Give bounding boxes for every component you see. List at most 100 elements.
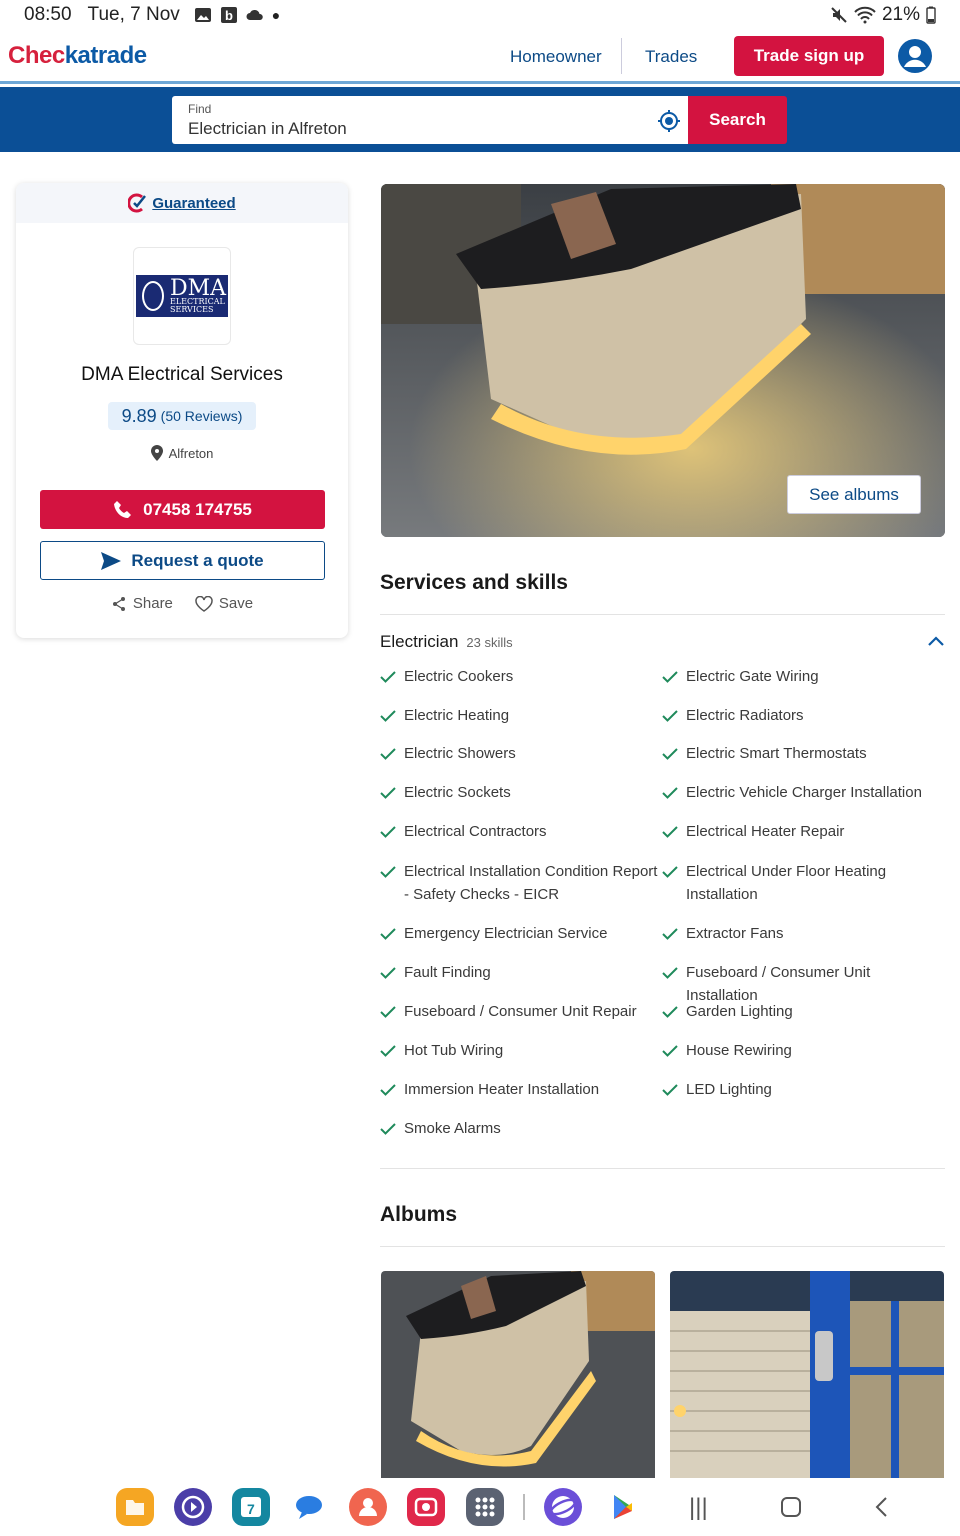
skill-item: Smoke Alarms xyxy=(380,1117,662,1140)
skill-item: Electric Sockets xyxy=(380,781,662,804)
heart-icon xyxy=(195,595,213,612)
skill-item: Garden Lighting xyxy=(662,1000,944,1023)
trader-profile-card: Guaranteed DMA ELECTRICAL SERVICES DMA El… xyxy=(16,183,348,638)
status-time: 08:50 xyxy=(24,4,72,25)
request-quote-label: Request a quote xyxy=(131,550,264,570)
chevron-up-icon[interactable] xyxy=(927,634,945,648)
skill-item: Extractor Fans xyxy=(662,922,944,945)
check-icon xyxy=(380,1117,396,1140)
app-drawer-icon[interactable] xyxy=(466,1488,504,1526)
mute-icon xyxy=(831,7,847,23)
check-icon xyxy=(380,922,396,945)
lighthouse-icon xyxy=(142,281,164,311)
calendar-app-icon[interactable]: 7 xyxy=(232,1488,270,1526)
skill-item: Electric Vehicle Charger Installation xyxy=(662,781,944,804)
skill-item: Electrical Contractors xyxy=(380,820,662,843)
dock-divider xyxy=(523,1494,525,1520)
rating-badge[interactable]: 9.89 (50 Reviews) xyxy=(108,402,256,430)
review-count[interactable]: (50 Reviews) xyxy=(161,408,243,424)
category-name: Electrician xyxy=(380,632,459,651)
guaranteed-banner[interactable]: Guaranteed xyxy=(16,183,348,223)
albums-divider xyxy=(380,1246,945,1247)
business-logo: DMA ELECTRICAL SERVICES xyxy=(133,247,231,345)
nav-homeowner[interactable]: Homeowner xyxy=(510,47,602,67)
check-icon xyxy=(380,961,396,984)
camera-app-icon[interactable] xyxy=(407,1488,445,1526)
reminder-app-icon[interactable] xyxy=(174,1488,212,1526)
rating-score: 9.89 xyxy=(121,405,157,426)
albums-heading: Albums xyxy=(380,1203,458,1226)
check-icon xyxy=(662,961,678,984)
check-icon xyxy=(380,1039,396,1062)
albums-divider-top xyxy=(380,1168,945,1169)
account-icon[interactable] xyxy=(897,38,933,74)
search-label: Find xyxy=(188,102,212,116)
back-icon[interactable] xyxy=(873,1496,889,1518)
svg-text:7: 7 xyxy=(247,1501,255,1517)
map-pin-icon xyxy=(150,445,163,461)
status-bar: 08:50 Tue, 7 Nov b ● 21% xyxy=(0,0,960,30)
share-icon xyxy=(112,596,125,611)
skill-item: Electric Heating xyxy=(380,704,662,727)
recent-apps-icon[interactable]: ||| xyxy=(689,1494,708,1522)
search-value[interactable]: Electrician in Alfreton xyxy=(188,119,347,139)
b-app-notification-icon: b xyxy=(220,7,237,23)
category-header[interactable]: Electrician 23 skills xyxy=(380,632,945,652)
see-albums-button[interactable]: See albums xyxy=(787,475,921,514)
skill-item: Electric Smart Thermostats xyxy=(662,742,944,765)
skill-item: Electrical Installation Condition Report… xyxy=(380,860,662,906)
site-header: Checkatrade Homeowner Trades Trade sign … xyxy=(0,30,960,84)
skill-item: Fault Finding xyxy=(380,961,662,984)
check-icon xyxy=(662,860,678,883)
skill-item: House Rewiring xyxy=(662,1039,944,1062)
call-button[interactable]: 07458 174755 xyxy=(40,490,325,529)
home-icon[interactable] xyxy=(780,1496,802,1518)
checkatrade-logo[interactable]: Checkatrade xyxy=(8,42,147,70)
business-location: Alfreton xyxy=(16,445,348,461)
internet-browser-app-icon[interactable] xyxy=(544,1488,582,1526)
skill-item: Electrical Heater Repair xyxy=(662,820,944,843)
check-icon xyxy=(662,1000,678,1023)
gallery-notification-icon xyxy=(194,8,211,22)
search-input[interactable]: Find Electrician in Alfreton xyxy=(172,96,688,144)
cloud-notification-icon xyxy=(246,9,263,20)
check-icon xyxy=(662,742,678,765)
use-location-icon[interactable] xyxy=(658,110,680,132)
status-date: Tue, 7 Nov xyxy=(87,4,180,25)
trade-sign-up-button[interactable]: Trade sign up xyxy=(734,36,884,76)
album-thumbnail-kitchen[interactable] xyxy=(381,1271,655,1478)
android-dock: 7 ||| xyxy=(0,1478,960,1536)
check-icon xyxy=(380,742,396,765)
guaranteed-link[interactable]: Guaranteed xyxy=(152,195,235,212)
business-name: DMA Electrical Services xyxy=(81,364,283,385)
share-button[interactable]: Share xyxy=(111,595,173,612)
skill-item: Electric Radiators xyxy=(662,704,944,727)
album-thumbnail-door-light[interactable] xyxy=(670,1271,944,1478)
battery-percent: 21% xyxy=(881,4,920,25)
check-icon xyxy=(662,665,678,688)
play-store-app-icon[interactable] xyxy=(603,1488,641,1526)
nav-trades[interactable]: Trades xyxy=(645,47,697,67)
save-button[interactable]: Save xyxy=(195,595,253,612)
skill-item: Electric Gate Wiring xyxy=(662,665,944,688)
check-icon xyxy=(662,704,678,727)
search-button[interactable]: Search xyxy=(688,96,787,144)
check-icon xyxy=(380,704,396,727)
my-files-app-icon[interactable] xyxy=(116,1488,154,1526)
request-quote-button[interactable]: Request a quote xyxy=(40,541,325,580)
svg-text:b: b xyxy=(225,8,233,23)
skill-item: Electric Cookers xyxy=(380,665,662,688)
battery-icon xyxy=(926,6,936,24)
nav-divider xyxy=(621,38,622,74)
skill-item: Hot Tub Wiring xyxy=(380,1039,662,1062)
phone-number: 07458 174755 xyxy=(143,499,252,519)
check-icon xyxy=(662,1039,678,1062)
hero-photo[interactable]: See albums xyxy=(381,184,945,537)
messages-app-icon[interactable] xyxy=(290,1488,328,1526)
wifi-icon xyxy=(854,6,876,24)
check-icon xyxy=(662,820,678,843)
profile-actions: Share Save xyxy=(16,595,348,612)
check-icon xyxy=(380,820,396,843)
contacts-app-icon[interactable] xyxy=(349,1488,387,1526)
check-icon xyxy=(662,781,678,804)
